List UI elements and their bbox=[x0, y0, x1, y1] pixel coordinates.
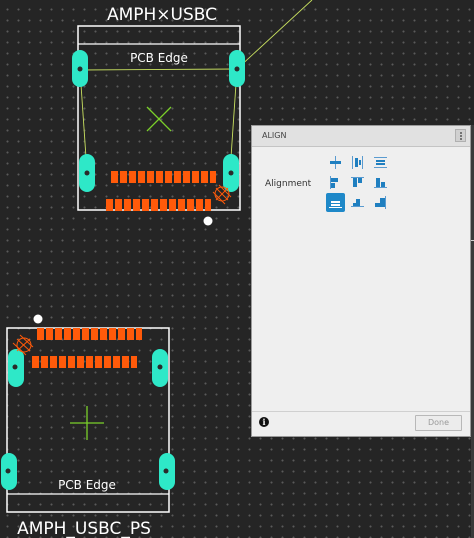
alignment-label: Alignment bbox=[265, 179, 312, 189]
centroid-marker bbox=[146, 106, 172, 132]
component-amph-usbc[interactable]: AMPH×USBC PCB Edge bbox=[72, 5, 245, 226]
align-top-icon[interactable] bbox=[348, 173, 367, 192]
origin-dot[interactable] bbox=[33, 314, 43, 324]
align-left-icon[interactable] bbox=[326, 173, 345, 192]
align-right-icon[interactable] bbox=[371, 173, 390, 192]
panel-menu-icon[interactable] bbox=[455, 129, 466, 142]
component-name-label: AMPH_USBC_PS bbox=[17, 519, 151, 538]
mount-pads[interactable] bbox=[1, 349, 175, 490]
mount-holes bbox=[77, 66, 240, 176]
signal-pads-row-1[interactable] bbox=[111, 171, 216, 183]
align-bottom-icon[interactable] bbox=[326, 193, 345, 212]
signal-pads-row-2[interactable] bbox=[106, 199, 211, 211]
origin-dot[interactable] bbox=[203, 216, 213, 226]
panel-footer: i Done bbox=[252, 411, 470, 436]
align-vertical-center-icon[interactable] bbox=[348, 153, 367, 172]
signal-pads-row-2[interactable] bbox=[32, 356, 137, 368]
panel-header: ALIGN bbox=[252, 126, 470, 147]
mount-pads[interactable] bbox=[72, 50, 245, 192]
center-horizontal-icon[interactable] bbox=[348, 193, 367, 212]
pcb-edge-label: PCB Edge bbox=[130, 51, 188, 65]
component-amph-usbc-ps[interactable]: PCB Edge AMPH_USBC_PS bbox=[1, 314, 175, 538]
align-bottom-right-icon[interactable] bbox=[371, 193, 390, 212]
align-panel: ALIGN Alignment i Done bbox=[251, 125, 471, 437]
signal-pads-row-1[interactable] bbox=[37, 328, 142, 340]
align-horizontal-center-icon[interactable] bbox=[326, 153, 345, 172]
pcb-edge-label: PCB Edge bbox=[58, 478, 116, 492]
centroid-marker bbox=[70, 406, 104, 440]
component-name-label: AMPH×USBC bbox=[107, 5, 217, 25]
panel-title: ALIGN bbox=[262, 131, 287, 140]
done-button[interactable]: Done bbox=[415, 415, 462, 431]
distribute-vertical-icon[interactable] bbox=[371, 153, 390, 172]
info-icon[interactable]: i bbox=[259, 417, 269, 427]
